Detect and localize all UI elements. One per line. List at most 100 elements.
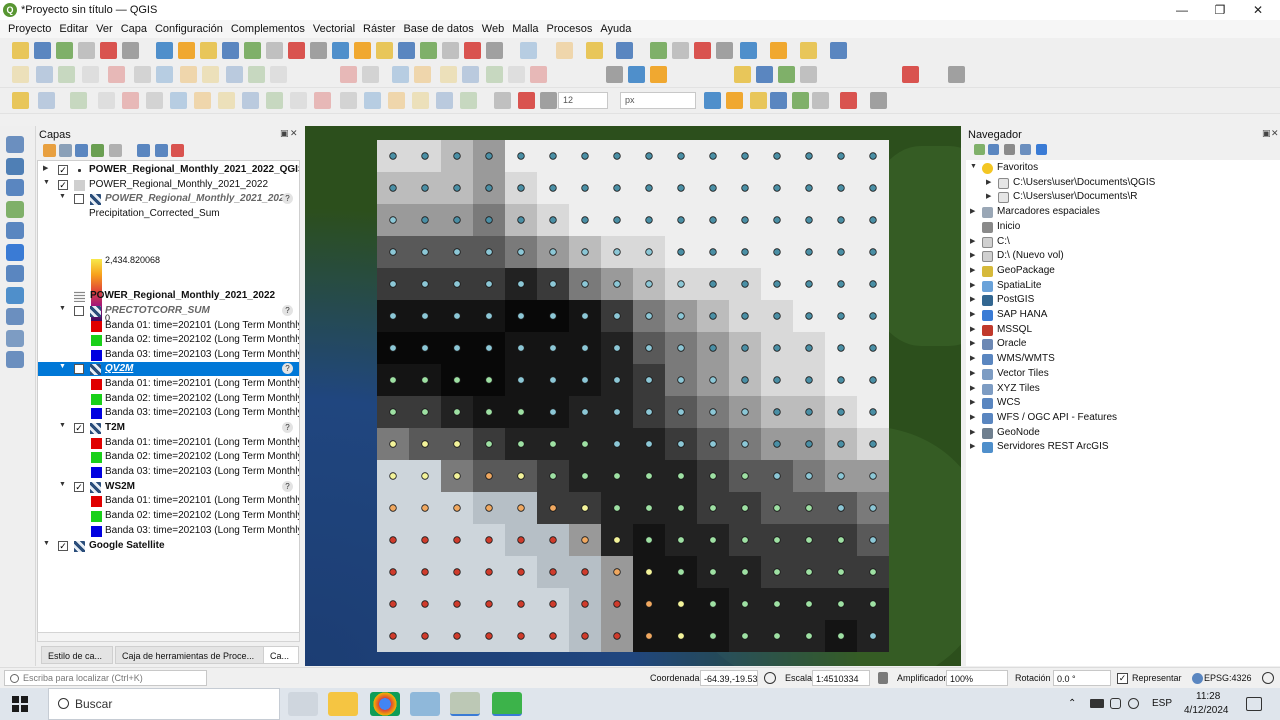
tool-icon[interactable] xyxy=(734,66,751,83)
qgis-taskbar-icon[interactable] xyxy=(450,692,480,716)
tool-icon[interactable] xyxy=(442,42,459,59)
tab-layers[interactable]: Ca... xyxy=(263,646,299,664)
tool-icon[interactable] xyxy=(82,66,99,83)
collapse-arrow-icon[interactable]: ▼ xyxy=(43,540,50,547)
expand-arrow-icon[interactable]: ▶ xyxy=(43,164,48,172)
expand-arrow-icon[interactable]: ▶ xyxy=(970,310,975,318)
tool-icon[interactable] xyxy=(870,92,887,109)
layer-row[interactable]: ▼ ✓ Google Satellite xyxy=(38,539,299,553)
tool-icon[interactable] xyxy=(530,66,547,83)
expand-arrow-icon[interactable]: ▶ xyxy=(970,295,975,303)
notifications-icon[interactable] xyxy=(1246,697,1262,711)
snapping-tolerance-spinbox[interactable]: 12 xyxy=(558,92,608,109)
tool-icon[interactable] xyxy=(800,66,817,83)
tool-icon[interactable] xyxy=(902,66,919,83)
tool-icon[interactable] xyxy=(170,92,187,109)
tool-icon[interactable] xyxy=(288,42,305,59)
browser-item[interactable]: ▶ WMS/WMTS xyxy=(966,353,1280,367)
menu-item[interactable]: Vectorial xyxy=(309,23,359,35)
browser-tool-icon[interactable] xyxy=(1036,144,1047,155)
collapse-arrow-icon[interactable]: ▼ xyxy=(970,163,977,170)
tool-icon[interactable] xyxy=(486,66,503,83)
browser-item[interactable]: ▶ Oracle xyxy=(966,338,1280,352)
expand-arrow-icon[interactable]: ▶ xyxy=(986,192,991,200)
layer-visibility-checkbox[interactable]: ✓ xyxy=(74,423,84,433)
tool-icon[interactable] xyxy=(716,42,733,59)
file-explorer-icon[interactable] xyxy=(328,692,358,716)
layer-visibility-checkbox[interactable]: ✓ xyxy=(58,165,68,175)
expand-arrow-icon[interactable]: ▶ xyxy=(970,428,975,436)
tool-icon[interactable] xyxy=(58,66,75,83)
panel-close-icon[interactable]: ✕ xyxy=(290,128,298,139)
layers-tree[interactable]: ▶ ✓ POWER_Regional_Monthly_2021_2022_QGIS ▼… xyxy=(37,160,300,640)
browser-item[interactable]: ▶ PostGIS xyxy=(966,294,1280,308)
layer-row[interactable]: Banda 03: time=202103 (Long Term Monthly xyxy=(38,465,299,479)
tool-icon[interactable] xyxy=(770,92,787,109)
tool-icon[interactable] xyxy=(202,66,219,83)
menu-item[interactable]: Editar xyxy=(55,23,92,35)
close-button[interactable]: ✕ xyxy=(1239,0,1277,20)
menu-item[interactable]: Web xyxy=(478,23,508,35)
layer-row[interactable]: ▼ QV2M? xyxy=(38,362,299,376)
tool-icon[interactable] xyxy=(694,42,711,59)
browser-tool-icon[interactable] xyxy=(988,144,999,155)
layer-tool-icon[interactable] xyxy=(109,144,122,157)
layer-tool-icon[interactable] xyxy=(155,144,168,157)
app-icon[interactable] xyxy=(410,692,440,716)
tool-icon[interactable] xyxy=(556,42,573,59)
tool-icon[interactable] xyxy=(314,92,331,109)
layer-row[interactable]: ▼ POWER_Regional_Monthly_2021_2022? xyxy=(38,192,299,206)
tool-icon[interactable] xyxy=(108,66,125,83)
app-icon[interactable] xyxy=(492,692,522,716)
tool-icon[interactable] xyxy=(36,66,53,83)
volume-icon[interactable] xyxy=(1128,698,1139,709)
tab-processing-toolbox[interactable]: Caja de herramientas de Proce... xyxy=(115,646,287,664)
minimize-button[interactable]: — xyxy=(1163,0,1201,20)
tool-icon[interactable] xyxy=(218,92,235,109)
browser-item[interactable]: ▶ MSSQL xyxy=(966,324,1280,338)
tool-icon[interactable] xyxy=(392,66,409,83)
tool-icon[interactable] xyxy=(34,42,51,59)
tool-icon[interactable] xyxy=(726,92,743,109)
clock-time[interactable]: 11:28 xyxy=(1196,691,1220,702)
tool-icon[interactable] xyxy=(12,66,29,83)
layer-tool-icon[interactable] xyxy=(43,144,56,157)
layer-row[interactable]: Banda 03: time=202103 (Long Term Monthly xyxy=(38,524,299,538)
collapse-arrow-icon[interactable]: ▼ xyxy=(59,363,66,370)
rotation-spinbox[interactable]: 0.0 ° xyxy=(1053,670,1111,686)
tool-icon[interactable] xyxy=(462,66,479,83)
layer-info-icon[interactable]: ? xyxy=(282,305,293,316)
tool-icon[interactable] xyxy=(70,92,87,109)
browser-tool-icon[interactable] xyxy=(1020,144,1031,155)
layer-visibility-checkbox[interactable] xyxy=(74,364,84,374)
tool-icon[interactable] xyxy=(460,92,477,109)
menu-item[interactable]: Ráster xyxy=(359,23,399,35)
tool-icon[interactable] xyxy=(248,66,265,83)
browser-tool-icon[interactable] xyxy=(1004,144,1015,155)
tool-icon[interactable] xyxy=(354,42,371,59)
tool-icon[interactable] xyxy=(376,42,393,59)
language-indicator[interactable]: ESP xyxy=(1152,698,1172,709)
map-canvas[interactable] xyxy=(305,126,961,666)
crs-button[interactable]: EPSG:4326 xyxy=(1204,673,1252,683)
tool-icon[interactable] xyxy=(494,92,511,109)
browser-item[interactable]: Inicio xyxy=(966,221,1280,235)
locator-search-input[interactable]: Escriba para localizar (Ctrl+K) xyxy=(4,670,207,686)
tool-icon[interactable] xyxy=(156,66,173,83)
tool-icon[interactable] xyxy=(332,42,349,59)
tool-icon[interactable] xyxy=(226,66,243,83)
tool-icon[interactable] xyxy=(436,92,453,109)
tool-icon[interactable] xyxy=(778,66,795,83)
menu-item[interactable]: Capa xyxy=(117,23,151,35)
tool-icon[interactable] xyxy=(134,66,151,83)
tool-icon[interactable] xyxy=(586,42,603,59)
tool-icon[interactable] xyxy=(414,66,431,83)
tool-icon[interactable] xyxy=(266,42,283,59)
layer-row[interactable]: ▼ ✓ POWER_Regional_Monthly_2021_2022 xyxy=(38,178,299,192)
tool-icon[interactable] xyxy=(740,42,757,59)
layer-tool-icon[interactable] xyxy=(91,144,104,157)
menu-item[interactable]: Malla xyxy=(508,23,542,35)
tool-icon[interactable] xyxy=(266,92,283,109)
tool-icon[interactable] xyxy=(672,42,689,59)
layer-row[interactable]: Banda 02: time=202102 (Long Term Monthly xyxy=(38,392,299,406)
